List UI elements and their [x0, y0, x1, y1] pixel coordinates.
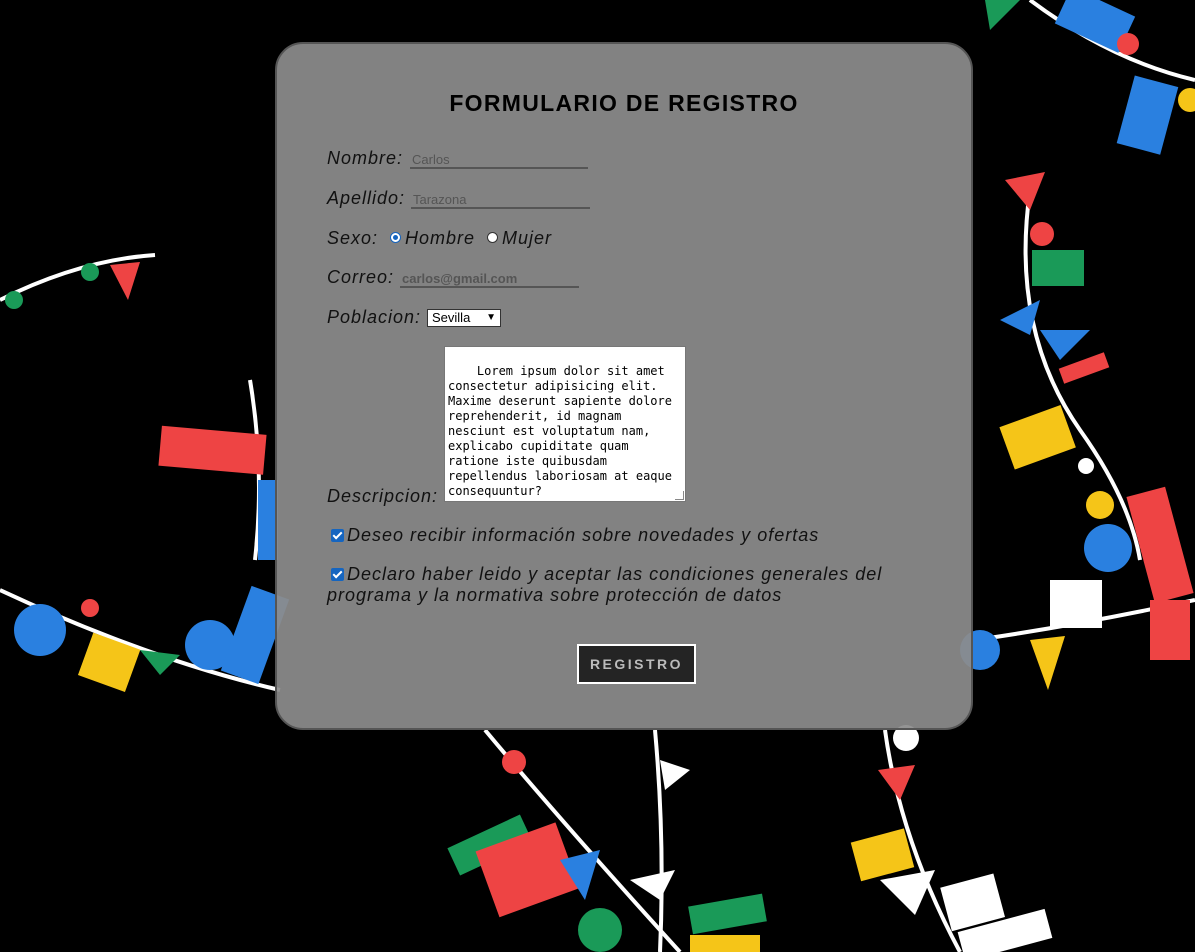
descripcion-text: Lorem ipsum dolor sit amet consectetur a…	[448, 364, 680, 498]
radio-mujer[interactable]	[487, 232, 498, 243]
nombre-input[interactable]	[410, 151, 588, 169]
radio-mujer-label[interactable]: Mujer	[502, 228, 552, 249]
correo-label: Correo:	[327, 267, 395, 287]
apellido-label: Apellido:	[327, 188, 406, 208]
poblacion-select[interactable]: Sevilla ▼	[427, 309, 501, 327]
registro-button[interactable]: REGISTRO	[577, 644, 696, 684]
poblacion-label: Poblacion:	[327, 307, 422, 327]
poblacion-selected-value: Sevilla	[432, 310, 471, 325]
chevron-down-icon: ▼	[486, 312, 496, 323]
checkbox-ofertas-label[interactable]: Deseo recibir información sobre novedade…	[347, 525, 819, 546]
resize-grip-icon[interactable]	[675, 491, 684, 500]
checkbox-ofertas[interactable]	[331, 529, 344, 542]
form-title: FORMULARIO DE REGISTRO	[449, 90, 799, 116]
apellido-input[interactable]	[411, 191, 590, 209]
correo-input[interactable]	[400, 270, 579, 288]
checkbox-condiciones-label[interactable]: Declaro haber leido y aceptar las condic…	[327, 564, 907, 606]
registration-form-card: FORMULARIO DE REGISTRO Nombre: Apellido:…	[275, 42, 973, 730]
descripcion-label: Descripcion:	[327, 486, 439, 506]
radio-hombre-label[interactable]: Hombre	[405, 228, 475, 249]
nombre-label: Nombre:	[327, 148, 404, 168]
radio-hombre[interactable]	[390, 232, 401, 243]
sexo-label: Sexo:	[327, 228, 379, 248]
descripcion-textarea[interactable]: Lorem ipsum dolor sit amet consectetur a…	[444, 346, 686, 502]
